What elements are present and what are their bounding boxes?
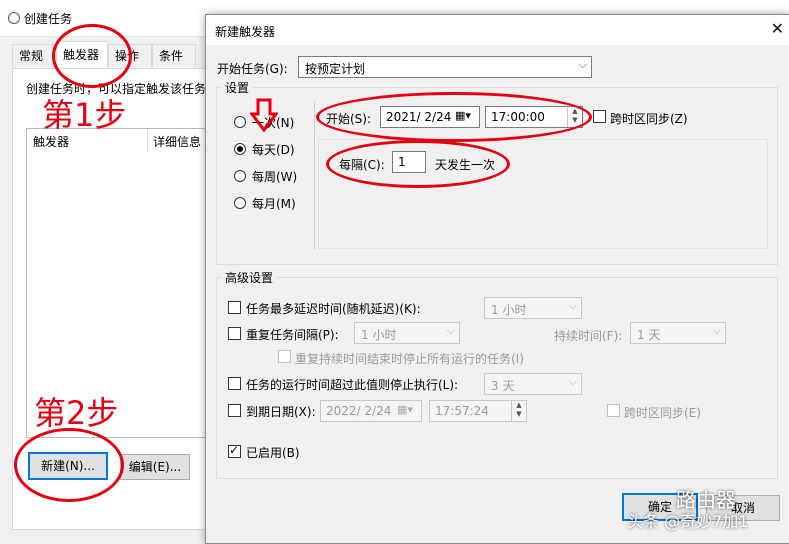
chevron-down-icon: ⌵ xyxy=(568,299,577,312)
chevron-down-icon: ⌵ xyxy=(446,324,455,337)
expire-sync-label[interactable]: 跨时区同步(E) xyxy=(624,404,701,421)
close-icon[interactable]: ✕ xyxy=(771,19,784,38)
schedule-daily-label[interactable]: 每天(D) xyxy=(252,141,295,158)
settings-divider xyxy=(314,101,315,249)
delay-checkbox[interactable] xyxy=(228,301,241,314)
advanced-group-title: 高级设置 xyxy=(222,269,277,286)
time-spinner-icon[interactable]: ▲ ▼ xyxy=(511,401,526,421)
duration-select[interactable]: 1 天 ⌵ xyxy=(630,322,726,344)
repeat-value: 1 小时 xyxy=(361,328,397,342)
stop-if-label[interactable]: 任务的运行时间超过此值则停止执行(L): xyxy=(246,376,458,393)
expire-label[interactable]: 到期日期(X): xyxy=(246,403,316,420)
annotation-circle-recur xyxy=(326,140,510,188)
schedule-daily-radio[interactable] xyxy=(234,143,246,155)
column-header-details[interactable]: 详细信息 xyxy=(153,133,201,150)
settings-group-title: 设置 xyxy=(222,79,253,96)
repeat-label[interactable]: 重复任务间隔(P): xyxy=(246,326,339,343)
annotation-step2: 第2步 xyxy=(34,394,119,432)
begin-task-select[interactable]: 按预定计划 ⌵ xyxy=(298,56,592,78)
delay-label[interactable]: 任务最多延迟时间(随机延迟)(K): xyxy=(246,300,421,317)
stop-if-value: 3 天 xyxy=(491,379,515,393)
expire-date-value: 2022/ 2/24 xyxy=(326,404,392,418)
expire-time-value: 17:57:24 xyxy=(435,404,489,418)
annotation-circle-start xyxy=(316,92,592,142)
sync-timezone-label[interactable]: 跨时区同步(Z) xyxy=(610,110,688,127)
annotation-step1: 第1步 xyxy=(42,96,127,134)
chevron-down-icon: ⌵ xyxy=(712,324,721,337)
edit-trigger-button[interactable]: 编辑(E)... xyxy=(120,454,190,480)
watermark-author: 头条 @奇妙7加1 xyxy=(627,512,749,531)
stop-if-select[interactable]: 3 天 ⌵ xyxy=(484,373,582,395)
expire-date-picker[interactable]: 2022/ 2/24 ▦▾ xyxy=(320,400,422,422)
expire-time-input[interactable]: 17:57:24 ▲ ▼ xyxy=(429,400,527,422)
begin-task-value: 按预定计划 xyxy=(305,62,366,76)
stop-all-checkbox[interactable] xyxy=(278,350,291,363)
annotation-circle-triggers-tab xyxy=(52,24,132,88)
dialog-title: 新建触发器 xyxy=(215,25,276,39)
calendar-dropdown-icon[interactable]: ▦▾ xyxy=(397,403,413,416)
expire-sync-checkbox[interactable] xyxy=(607,404,620,417)
enabled-checkbox[interactable] xyxy=(228,443,241,458)
begin-task-label: 开始任务(G): xyxy=(217,62,288,76)
stop-all-label[interactable]: 重复持续时间结束时停止所有运行的任务(I) xyxy=(295,350,524,367)
schedule-monthly-radio[interactable] xyxy=(234,197,246,209)
delay-select[interactable]: 1 小时 ⌵ xyxy=(484,297,582,319)
annotation-circle-new-button xyxy=(14,428,124,502)
schedule-once-radio[interactable] xyxy=(234,116,246,128)
chevron-down-icon: ⌵ xyxy=(578,58,587,71)
duration-label: 持续时间(F): xyxy=(554,329,623,343)
duration-value: 1 天 xyxy=(637,328,661,342)
repeat-select[interactable]: 1 小时 ⌵ xyxy=(354,322,460,344)
dialog-titlebar: 新建触发器 ✕ xyxy=(206,15,789,45)
schedule-weekly-label[interactable]: 每周(W) xyxy=(252,168,297,185)
task-clock-icon xyxy=(8,12,20,24)
tab-conditions[interactable]: 条件 xyxy=(152,44,196,67)
schedule-monthly-label[interactable]: 每月(M) xyxy=(252,195,296,212)
delay-value: 1 小时 xyxy=(491,303,527,317)
stop-if-checkbox[interactable] xyxy=(228,377,241,390)
repeat-checkbox[interactable] xyxy=(228,327,241,340)
chevron-down-icon: ⌵ xyxy=(568,375,577,388)
column-separator xyxy=(147,129,148,151)
sync-timezone-checkbox[interactable] xyxy=(593,110,606,123)
schedule-weekly-radio[interactable] xyxy=(234,170,246,182)
background-window-title: 创建任务 xyxy=(24,12,73,26)
tab-general[interactable]: 常规 xyxy=(12,44,54,67)
expire-checkbox[interactable] xyxy=(228,404,241,417)
enabled-label[interactable]: 已启用(B) xyxy=(246,444,300,461)
annotation-down-arrow-icon xyxy=(249,98,279,133)
